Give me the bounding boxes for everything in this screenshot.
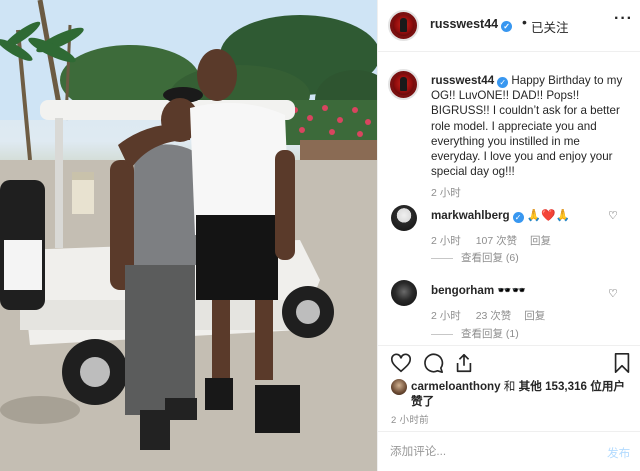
post-header: russwest44 ✓ • 已关注 ··· [378, 0, 640, 52]
view-replies-line [431, 333, 453, 335]
header-separator: • [522, 14, 527, 30]
author-username-text[interactable]: russwest44 [430, 17, 498, 31]
comment-bubble-icon[interactable] [422, 352, 444, 374]
likes-connector: 和 [503, 380, 516, 393]
view-replies-button[interactable]: 查看回复 (1) [431, 326, 519, 341]
caption-time[interactable]: 2 小时 [431, 185, 461, 200]
view-replies-text[interactable]: 查看回复 (6) [461, 252, 519, 264]
like-heart-icon[interactable] [390, 352, 412, 374]
caption-avatar[interactable] [388, 69, 419, 100]
likes-text: carmeloanthony 和 其他 153,316 位用户赞了 [411, 379, 626, 409]
post-sidebar: russwest44 ✓ • 已关注 ··· russwest44 ✓ Happy … [377, 0, 640, 471]
comment-verified-badge-icon: ✓ [512, 212, 524, 223]
comment-avatar[interactable] [391, 205, 417, 231]
comment-text: 🙏❤️🙏 [526, 209, 571, 222]
action-bar [378, 345, 640, 381]
caption-body: Happy Birthday to my OG!! LuvONE!! DAD!!… [431, 74, 623, 179]
comment-text: 🕶️🕶️ [497, 284, 527, 297]
add-comment-bar: 发布 [378, 431, 640, 471]
add-comment-input[interactable] [390, 442, 590, 460]
bookmark-icon[interactable] [611, 352, 633, 374]
comment-meta: 2 小时 23 次赞 回复 [431, 308, 545, 323]
liker-username[interactable]: carmeloanthony [411, 380, 501, 393]
caption-avatar-figure [400, 77, 407, 92]
comment-time[interactable]: 2 小时 [431, 310, 461, 322]
post-photo[interactable] [0, 0, 377, 471]
author-avatar[interactable] [388, 10, 419, 41]
comment-username[interactable]: markwahlberg [431, 209, 510, 222]
post-photo-illustration [0, 0, 377, 471]
likes-count[interactable]: 153,316 [545, 380, 587, 393]
view-replies-text[interactable]: 查看回复 (1) [461, 328, 519, 340]
comment: markwahlberg ✓ 🙏❤️🙏 [431, 208, 570, 223]
comment-likes[interactable]: 23 次赞 [476, 310, 512, 322]
comment-reply-button[interactable]: 回复 [530, 235, 551, 247]
caption-verified-badge-icon: ✓ [497, 77, 509, 88]
post-time[interactable]: 2 小时前 [391, 412, 429, 426]
follow-status-button[interactable]: 已关注 [531, 17, 569, 36]
comment-avatar[interactable] [391, 280, 417, 306]
comment-time[interactable]: 2 小时 [431, 235, 461, 247]
view-replies-line [431, 257, 453, 259]
liker-avatar[interactable] [391, 379, 407, 395]
comment-reply-button[interactable]: 回复 [524, 310, 545, 322]
author-username[interactable]: russwest44 ✓ [430, 17, 513, 32]
comment-meta: 2 小时 107 次赞 回复 [431, 233, 551, 248]
share-icon[interactable] [453, 352, 475, 374]
view-replies-button[interactable]: 查看回复 (6) [431, 250, 519, 265]
likes-others-label[interactable]: 其他 [519, 380, 542, 393]
comment-like-heart-icon[interactable]: ♡ [608, 209, 618, 222]
caption-text: russwest44 ✓ Happy Birthday to my OG!! Lu… [431, 73, 626, 179]
verified-badge-icon: ✓ [501, 21, 513, 32]
comment-like-heart-icon[interactable]: ♡ [608, 287, 618, 300]
post-comment-button[interactable]: 发布 [607, 445, 630, 461]
comment-likes[interactable]: 107 次赞 [476, 235, 517, 247]
comment-username[interactable]: bengorham [431, 284, 494, 297]
likes-others-link[interactable]: 其他 153,316 [519, 380, 587, 393]
more-options-icon[interactable]: ··· [614, 10, 633, 28]
caption-username[interactable]: russwest44 [431, 74, 494, 87]
comments-panel[interactable]: russwest44 ✓ Happy Birthday to my OG!! Lu… [378, 52, 640, 345]
avatar-figure [400, 18, 407, 33]
likes-summary: carmeloanthony 和 其他 153,316 位用户赞了 [378, 377, 640, 413]
instagram-post-window: russwest44 ✓ • 已关注 ··· russwest44 ✓ Happy … [0, 0, 640, 471]
comment: bengorham 🕶️🕶️ [431, 283, 526, 297]
